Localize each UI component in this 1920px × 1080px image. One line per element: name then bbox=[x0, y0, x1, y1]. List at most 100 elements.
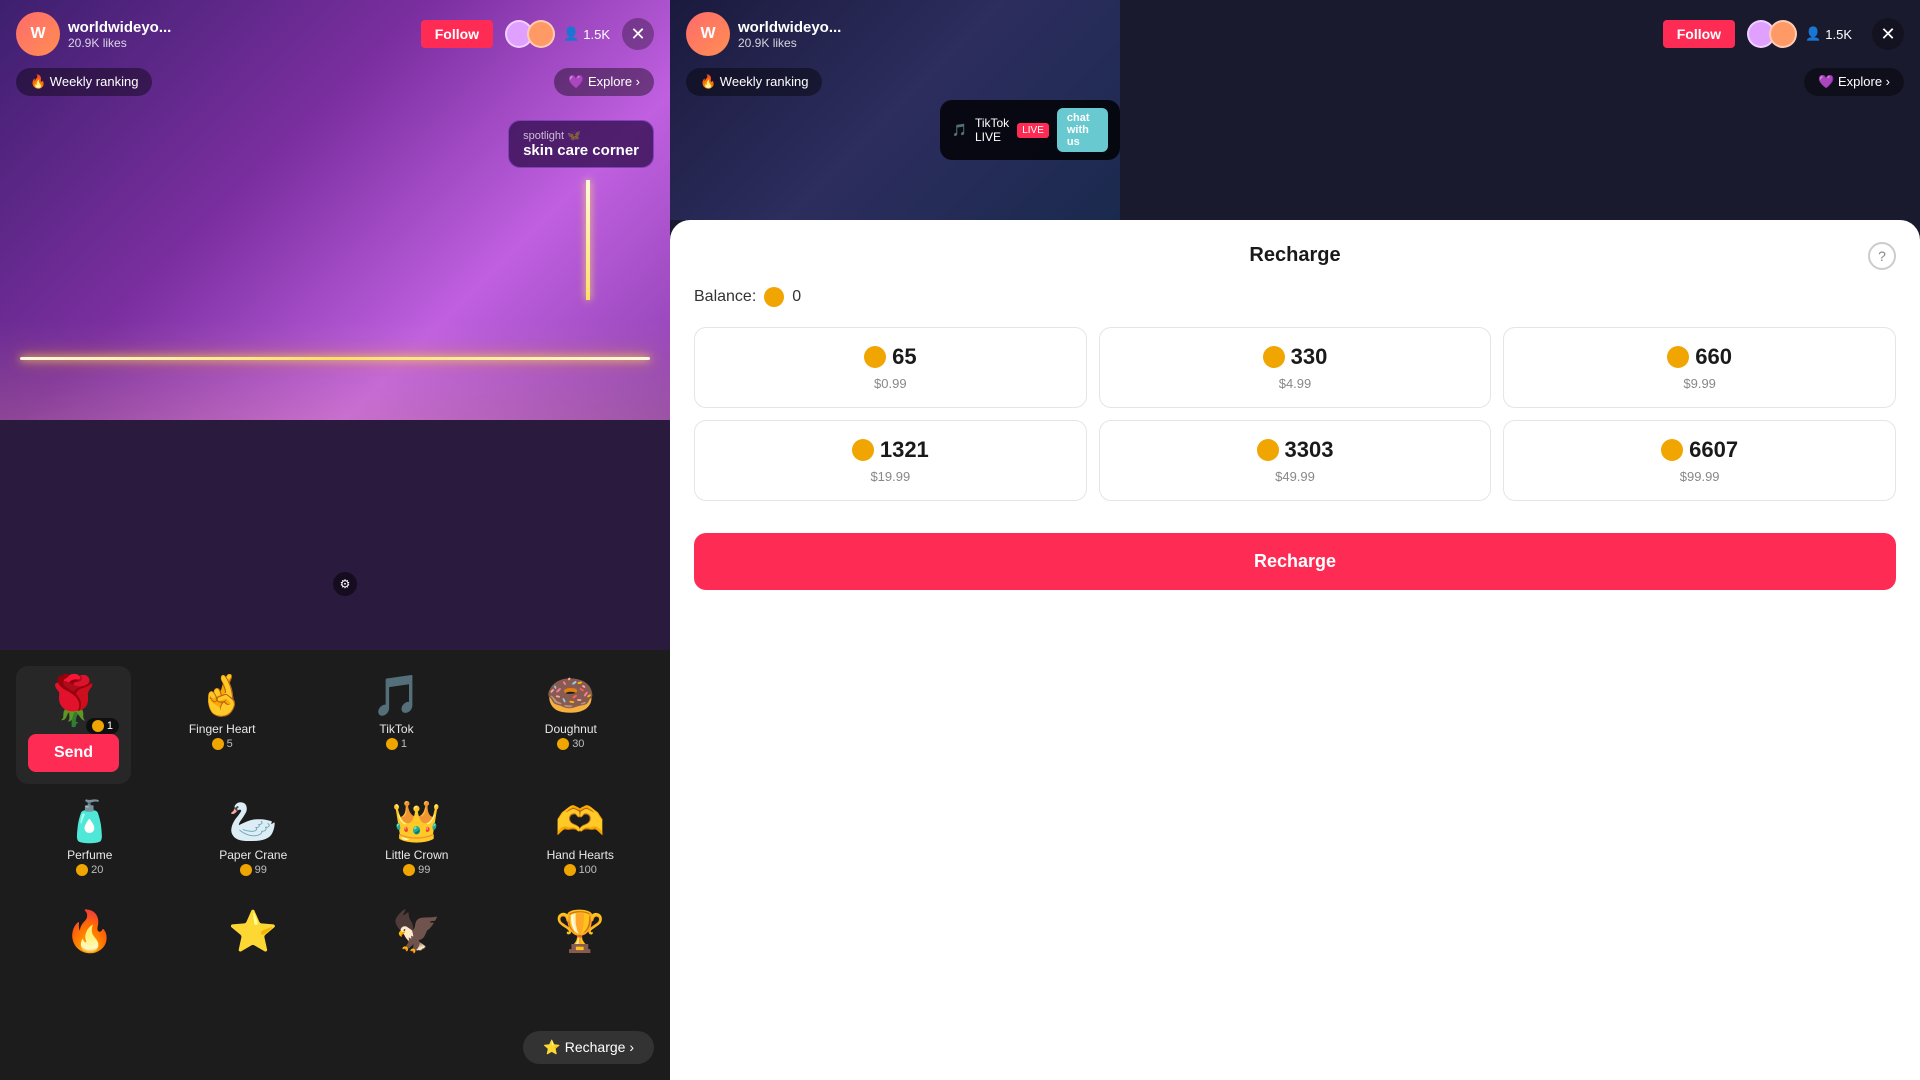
gift-paper-crane[interactable]: 🦢 Paper Crane 99 bbox=[172, 792, 336, 886]
coin-icon bbox=[403, 864, 415, 876]
live-icon: LIVE bbox=[1017, 123, 1049, 138]
gift-emoji-little-crown: 👑 bbox=[392, 802, 442, 842]
gift-emoji-sparkle: ⭐ bbox=[228, 912, 278, 952]
balance-value: 0 bbox=[792, 288, 801, 306]
coin-amount-330: 330 bbox=[1291, 344, 1328, 370]
coin-amount-row-660: 660 bbox=[1667, 344, 1732, 370]
gift-emoji-finger-heart: 🤞 bbox=[197, 676, 247, 716]
coin-icon bbox=[564, 864, 576, 876]
gift-trophy[interactable]: 🏆 bbox=[499, 902, 663, 962]
right-explore-button[interactable]: 💜 Explore › bbox=[1804, 68, 1904, 96]
gift-emoji-tiktok: 🎵 bbox=[372, 676, 422, 716]
coin-option-330[interactable]: 330 $4.99 bbox=[1099, 327, 1492, 408]
gift-top-row: 🌹 1 Send 🤞 Finger Heart 5 🎵 TikTok bbox=[0, 650, 670, 784]
coin-amount-row-6607: 6607 bbox=[1661, 437, 1738, 463]
right-follow-button[interactable]: Follow bbox=[1663, 20, 1735, 48]
recharge-panel-header: Recharge ? bbox=[694, 244, 1896, 267]
username: worldwideyo... bbox=[68, 19, 421, 36]
coin-icon bbox=[386, 738, 398, 750]
gift-eagle[interactable]: 🦅 bbox=[335, 902, 499, 962]
recharge-title: Recharge bbox=[1249, 244, 1340, 267]
coin-icon bbox=[92, 720, 104, 732]
explore-button[interactable]: 💜 Explore › bbox=[554, 68, 654, 96]
recharge-panel: Recharge ? Balance: 0 65 $0.99 330 bbox=[670, 220, 1920, 1080]
gift-name-doughnut: Doughnut bbox=[545, 722, 597, 736]
right-header-info: worldwideyo... 20.9K likes bbox=[738, 19, 1663, 50]
gift-little-crown[interactable]: 👑 Little Crown 99 bbox=[335, 792, 499, 886]
gift-emoji-doughnut: 🍩 bbox=[546, 676, 596, 716]
coin-amount-row-330: 330 bbox=[1263, 344, 1328, 370]
coin-option-660[interactable]: 660 $9.99 bbox=[1503, 327, 1896, 408]
coin-option-3303[interactable]: 3303 $49.99 bbox=[1099, 420, 1492, 501]
gift-hand-hearts[interactable]: 🫶 Hand Hearts 100 bbox=[499, 792, 663, 886]
weekly-ranking[interactable]: 🔥 Weekly ranking bbox=[16, 68, 152, 96]
coins-grid: 65 $0.99 330 $4.99 660 $9.99 bbox=[694, 327, 1896, 501]
gifts-row-3: 🔥 ⭐ 🦅 🏆 bbox=[0, 894, 670, 970]
right-viewer-avatars bbox=[1747, 20, 1797, 48]
viewer-count: 👤 1.5K bbox=[563, 26, 610, 42]
gift-price-little-crown: 99 bbox=[403, 864, 430, 876]
send-button[interactable]: Send bbox=[28, 734, 119, 772]
coin-circle-330 bbox=[1263, 346, 1285, 368]
close-button[interactable]: ✕ bbox=[622, 18, 654, 50]
gift-price-perfume: 20 bbox=[76, 864, 103, 876]
right-stream-panel: 🎵 TikTok LIVE LIVE chat with us W worldw… bbox=[670, 0, 1920, 1080]
coin-circle-660 bbox=[1667, 346, 1689, 368]
coin-amount-row-1321: 1321 bbox=[852, 437, 929, 463]
gift-name-hand-hearts: Hand Hearts bbox=[547, 848, 614, 862]
featured-gift[interactable]: 🌹 1 Send bbox=[16, 666, 131, 784]
right-person-icon: 👤 bbox=[1805, 26, 1821, 42]
coin-usd-6607: $99.99 bbox=[1680, 469, 1720, 484]
right-ranking-bar: 🔥 Weekly ranking 💜 Explore › bbox=[686, 68, 1904, 96]
left-recharge-bar: ⭐ Recharge › bbox=[0, 1031, 670, 1064]
coin-option-6607[interactable]: 6607 $99.99 bbox=[1503, 420, 1896, 501]
gift-name-little-crown: Little Crown bbox=[385, 848, 448, 862]
coin-amount-3303: 3303 bbox=[1285, 437, 1334, 463]
coin-amount-65: 65 bbox=[892, 344, 916, 370]
settings-gear-icon[interactable]: ⚙ bbox=[333, 572, 357, 596]
coin-option-1321[interactable]: 1321 $19.99 bbox=[694, 420, 1087, 501]
gift-perfume[interactable]: 🧴 Perfume 20 bbox=[8, 792, 172, 886]
coin-circle-3303 bbox=[1257, 439, 1279, 461]
recharge-action-button[interactable]: Recharge bbox=[694, 533, 1896, 590]
viewer-avatar-2 bbox=[527, 20, 555, 48]
follow-button[interactable]: Follow bbox=[421, 20, 493, 48]
gift-emoji-trophy: 🏆 bbox=[555, 912, 605, 952]
gift-finger-heart[interactable]: 🤞 Finger Heart 5 bbox=[139, 666, 305, 784]
ranking-bar: 🔥 Weekly ranking 💜 Explore › bbox=[16, 68, 654, 96]
left-recharge-button[interactable]: ⭐ Recharge › bbox=[523, 1031, 654, 1064]
left-stream-panel: W worldwideyo... 20.9K likes Follow 👤 1.… bbox=[0, 0, 670, 1080]
balance-row: Balance: 0 bbox=[694, 287, 1896, 307]
coin-circle-65 bbox=[864, 346, 886, 368]
coin-circle-6607 bbox=[1661, 439, 1683, 461]
right-close-button[interactable]: ✕ bbox=[1872, 18, 1904, 50]
balance-label: Balance: bbox=[694, 288, 756, 306]
gift-tiktok[interactable]: 🎵 TikTok 1 bbox=[313, 666, 479, 784]
help-button[interactable]: ? bbox=[1868, 242, 1896, 270]
coin-circle-1321 bbox=[852, 439, 874, 461]
gift-price-hand-hearts: 100 bbox=[564, 864, 597, 876]
coin-usd-660: $9.99 bbox=[1683, 376, 1716, 391]
coin-amount-660: 660 bbox=[1695, 344, 1732, 370]
gift-name-finger-heart: Finger Heart bbox=[189, 722, 256, 736]
likes-count: 20.9K likes bbox=[68, 36, 421, 50]
coin-icon bbox=[240, 864, 252, 876]
spotlight-main: skin care corner bbox=[523, 142, 639, 159]
coin-amount-1321: 1321 bbox=[880, 437, 929, 463]
gift-fire[interactable]: 🔥 bbox=[8, 902, 172, 962]
header-info: worldwideyo... 20.9K likes bbox=[68, 19, 421, 50]
right-weekly-ranking[interactable]: 🔥 Weekly ranking bbox=[686, 68, 822, 96]
gift-name-paper-crane: Paper Crane bbox=[219, 848, 287, 862]
gift-sparkle[interactable]: ⭐ bbox=[172, 902, 336, 962]
stream-header: W worldwideyo... 20.9K likes Follow 👤 1.… bbox=[0, 0, 670, 68]
gift-emoji-fire: 🔥 bbox=[65, 912, 115, 952]
tiktok-label: TikTok LIVE bbox=[975, 116, 1009, 144]
gift-doughnut[interactable]: 🍩 Doughnut 30 bbox=[488, 666, 654, 784]
gift-price-doughnut: 30 bbox=[557, 738, 584, 750]
coin-option-65[interactable]: 65 $0.99 bbox=[694, 327, 1087, 408]
tiktok-overlay: 🎵 TikTok LIVE LIVE chat with us bbox=[940, 100, 1120, 160]
chat-with-us-button[interactable]: chat with us bbox=[1057, 108, 1108, 152]
right-likes: 20.9K likes bbox=[738, 36, 1663, 50]
right-username: worldwideyo... bbox=[738, 19, 1663, 36]
right-viewer-count: 👤 1.5K bbox=[1805, 26, 1852, 42]
